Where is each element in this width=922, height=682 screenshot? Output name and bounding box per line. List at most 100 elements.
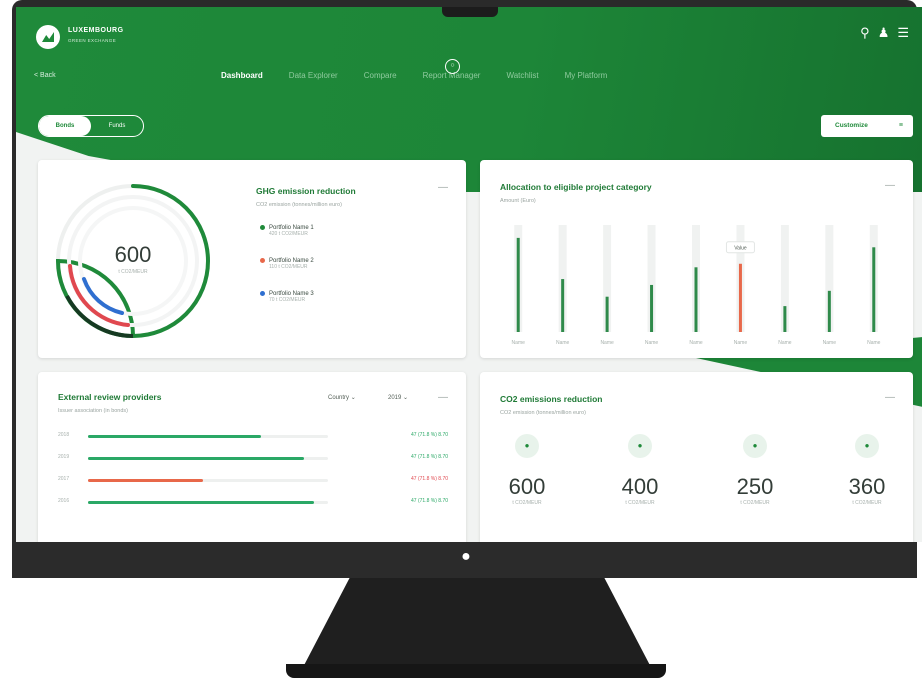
row-track xyxy=(88,457,328,460)
legend-item: Portfolio Name 2 110 t CO2/MEUR xyxy=(260,258,314,270)
monitor-stand xyxy=(300,578,654,673)
leaf-icon: ● xyxy=(515,434,539,458)
stat-unit: t CO2/MEUR xyxy=(625,500,655,506)
legend-dot xyxy=(260,225,265,230)
customize-button[interactable]: Customize ≡ xyxy=(821,115,913,137)
card-menu-icon[interactable]: — xyxy=(438,392,448,403)
leaf-icon: ● xyxy=(855,434,879,458)
x-tick-label: Name xyxy=(823,340,837,346)
row-fill xyxy=(88,479,204,482)
card-title: Allocation to eligible project category xyxy=(500,182,652,192)
card-menu-icon[interactable]: — xyxy=(885,392,895,403)
bar[interactable] xyxy=(561,279,565,332)
bar[interactable] xyxy=(827,290,831,332)
row-track xyxy=(88,479,328,482)
toggle-funds[interactable]: Funds xyxy=(91,116,143,136)
ghg-total-value: 600 xyxy=(114,242,152,267)
row-track xyxy=(88,435,328,438)
x-tick-label: Name xyxy=(512,340,526,346)
bar[interactable] xyxy=(783,306,787,332)
row-label: 2017 xyxy=(58,476,70,482)
brand-logo-icon[interactable] xyxy=(36,25,60,49)
screen: LUXEMBOURG GREEN EXCHANGE ⚲ ♟ ☰ < Back D… xyxy=(16,7,922,542)
sliders-icon: ≡ xyxy=(898,122,903,129)
nav-data-explorer[interactable]: Data Explorer xyxy=(289,71,338,80)
row-fill xyxy=(88,435,261,438)
card-subtitle: CO2 emission (tonnes/million euro) xyxy=(256,202,342,208)
country-dropdown-label: Country xyxy=(328,395,350,401)
bar[interactable] xyxy=(738,263,742,332)
stat-unit: t CO2/MEUR xyxy=(852,500,882,506)
review-row: 2018 47 (71.8 %) 8.70 xyxy=(58,432,448,442)
bar[interactable] xyxy=(516,237,520,332)
nav-compare[interactable]: Compare xyxy=(364,71,397,80)
allocation-bar-chart: Name Name Name Name Name Name Value Name Name Nam… xyxy=(512,225,881,346)
card-title: External review providers xyxy=(58,392,162,402)
x-tick-label: Name xyxy=(734,340,748,346)
card-menu-icon[interactable]: — xyxy=(438,182,448,193)
monitor-stand-base xyxy=(286,664,666,678)
stat-unit: t CO2/MEUR xyxy=(512,500,542,506)
user-icon[interactable]: ♟ xyxy=(878,25,890,41)
menu-icon[interactable]: ☰ xyxy=(897,25,909,41)
card-co2-reduction: CO2 emissions reduction CO2 emission (to… xyxy=(480,372,913,542)
bar[interactable] xyxy=(694,267,698,332)
back-link[interactable]: < Back xyxy=(34,72,56,79)
x-tick-label: Name xyxy=(778,340,792,346)
row-fill xyxy=(88,501,314,504)
row-value: 47 (71.8 %) 8.70 xyxy=(411,498,448,504)
nav-watchlist[interactable]: Watchlist xyxy=(506,71,538,80)
main-nav: Dashboard Data Explorer Compare Report M… xyxy=(221,71,607,80)
stat-value: 600 xyxy=(508,474,546,499)
camera-notch xyxy=(442,7,498,17)
bar[interactable] xyxy=(605,296,609,332)
review-row: 2016 47 (71.8 %) 8.70 xyxy=(58,498,448,508)
toggle-bonds[interactable]: Bonds xyxy=(39,116,91,136)
x-tick-label: Name xyxy=(600,340,614,346)
card-title: CO2 emissions reduction xyxy=(500,394,603,404)
co2-stat: ● 600 t CO2/MEUR xyxy=(492,434,562,506)
row-label: 2018 xyxy=(58,432,70,438)
row-value: 47 (71.8 %) 8.70 xyxy=(411,454,448,460)
legend-sub: 110 t CO2/MEUR xyxy=(269,264,308,271)
row-fill xyxy=(88,457,304,460)
review-row: 2017 47 (71.8 %) 8.70 xyxy=(58,476,448,486)
search-icon[interactable]: ⚲ xyxy=(860,25,870,41)
review-row: 2019 47 (71.8 %) 8.70 xyxy=(58,454,448,464)
stat-value: 250 xyxy=(736,474,774,499)
leaf-icon: ● xyxy=(628,434,652,458)
x-tick-label: Name xyxy=(556,340,570,346)
row-value: 47 (71.8 %) 8.70 xyxy=(411,432,448,438)
year-dropdown[interactable]: 2019 ⌄ xyxy=(388,394,408,401)
compare-badge-icon[interactable]: ○ xyxy=(445,59,460,74)
co2-stat: ● 400 t CO2/MEUR xyxy=(605,434,675,506)
legend-dot xyxy=(260,291,265,296)
ghg-total-unit: t CO2/MEUR xyxy=(118,269,148,275)
card-external-review: External review providers Issuer associa… xyxy=(38,372,466,542)
co2-stat: ● 250 t CO2/MEUR xyxy=(720,434,790,506)
header-icons: ⚲ ♟ ☰ xyxy=(860,25,909,41)
row-value: 47 (71.8 %) 8.70 xyxy=(411,476,448,482)
bar[interactable] xyxy=(650,284,654,332)
chevron-down-icon: ⌄ xyxy=(403,395,409,401)
card-subtitle: CO2 emission (tonnes/million euro) xyxy=(500,410,586,416)
legend-item: Portfolio Name 1 420 t CO2/MEUR xyxy=(260,225,314,237)
country-dropdown[interactable]: Country ⌄ xyxy=(328,394,356,401)
row-track xyxy=(88,501,328,504)
row-label: 2016 xyxy=(58,498,70,504)
bar[interactable] xyxy=(872,247,876,332)
card-allocation: Allocation to eligible project category … xyxy=(480,160,913,358)
legend-sub: 420 t CO2/MEUR xyxy=(269,231,308,238)
co2-stat: ● 360 t CO2/MEUR xyxy=(832,434,902,506)
stat-value: 360 xyxy=(848,474,886,499)
asset-toggle: Bonds Funds xyxy=(38,115,144,137)
card-title: GHG emission reduction xyxy=(256,186,356,196)
nav-my-platform[interactable]: My Platform xyxy=(565,71,608,80)
brand-subtitle: GREEN EXCHANGE xyxy=(68,38,117,43)
brand-name: LUXEMBOURG xyxy=(68,27,124,34)
legend-dot xyxy=(260,258,265,263)
legend-sub: 70 t CO2/MEUR xyxy=(269,297,306,304)
nav-dashboard[interactable]: Dashboard xyxy=(221,71,263,80)
card-menu-icon[interactable]: — xyxy=(885,180,895,191)
card-subtitle: Amount (Euro) xyxy=(500,198,536,204)
